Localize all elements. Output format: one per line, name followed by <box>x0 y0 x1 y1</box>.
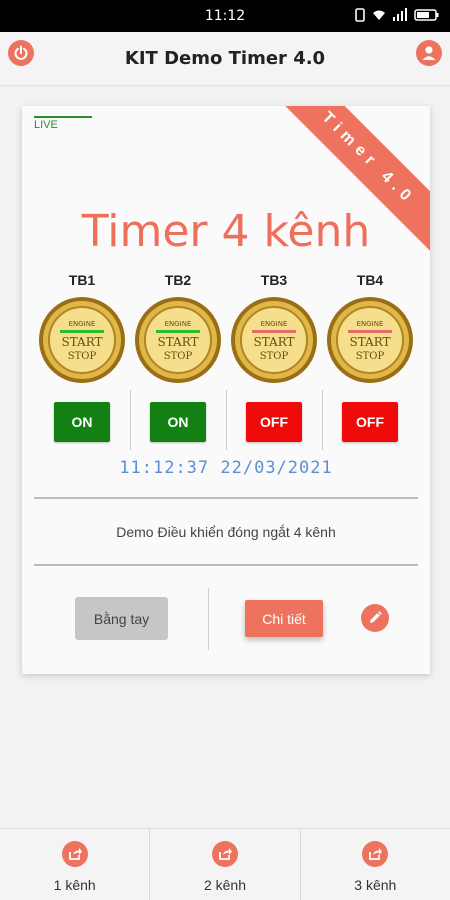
nav-item-1-kenh[interactable]: 1 kênh <box>0 829 149 900</box>
pencil-icon <box>370 611 382 623</box>
svg-text:START: START <box>349 335 390 349</box>
vertical-divider <box>208 588 209 650</box>
engine-start-stop-icon[interactable]: ENGINE START STOP <box>134 296 222 384</box>
description-text: Demo Điều khiển đóng ngắt 4 kênh <box>116 524 336 540</box>
live-indicator: LIVE <box>34 116 92 131</box>
engine-start-stop-icon[interactable]: ENGINE START STOP <box>326 296 414 384</box>
svg-text:START: START <box>61 335 102 349</box>
state-button[interactable]: OFF <box>246 402 302 442</box>
device-tb3: TB3 ENGINE START STOP OFF <box>226 272 322 450</box>
svg-text:START: START <box>157 335 198 349</box>
vibrate-icon <box>355 8 365 22</box>
share-icon <box>211 841 238 867</box>
nav-label: 2 kênh <box>203 877 247 893</box>
edit-button[interactable] <box>361 604 389 632</box>
svg-text:STOP: STOP <box>164 351 193 362</box>
device-name: TB3 <box>260 272 288 288</box>
svg-text:ENGINE: ENGINE <box>357 320 384 328</box>
device-name: TB1 <box>68 272 96 288</box>
svg-text:ENGINE: ENGINE <box>69 320 96 328</box>
device-name: TB2 <box>164 272 192 288</box>
account-button[interactable] <box>416 40 442 66</box>
engine-start-stop-icon[interactable]: ENGINE START STOP <box>38 296 126 384</box>
card-title: Timer 4 kênh <box>81 206 371 257</box>
engine-start-stop-icon[interactable]: ENGINE START STOP <box>230 296 318 384</box>
account-icon <box>422 46 436 60</box>
state-button[interactable]: ON <box>54 402 110 442</box>
share-icon <box>61 841 88 867</box>
signal-icon <box>393 8 407 21</box>
wifi-icon <box>373 10 385 20</box>
state-button[interactable]: ON <box>150 402 206 442</box>
svg-text:STOP: STOP <box>260 351 289 362</box>
state-button[interactable]: OFF <box>342 402 398 442</box>
device-name: TB4 <box>356 272 384 288</box>
status-bar: 11:12 <box>0 0 450 32</box>
manual-button[interactable]: Bằng tay <box>75 597 168 640</box>
svg-text:ENGINE: ENGINE <box>261 320 288 328</box>
svg-text:START: START <box>253 335 294 349</box>
app-bar: KIT Demo Timer 4.0 <box>0 32 450 86</box>
bottom-nav: 1 kênh 2 kênh 3 kênh <box>0 828 450 900</box>
status-icons <box>354 8 440 22</box>
svg-text:STOP: STOP <box>356 351 385 362</box>
clock-display: 11:12:37 22/03/2021 <box>119 458 333 478</box>
device-list: TB1 ENGINE START STOP ON TB2 ENGINE STAR <box>34 272 418 450</box>
share-icon <box>362 841 389 867</box>
nav-item-2-kenh[interactable]: 2 kênh <box>149 829 299 900</box>
divider <box>34 564 418 566</box>
app-title: KIT Demo Timer 4.0 <box>124 48 326 69</box>
battery-icon <box>414 9 439 21</box>
svg-text:STOP: STOP <box>68 351 97 362</box>
nav-label: 3 kênh <box>354 877 397 893</box>
divider <box>34 497 418 499</box>
nav-item-3-kenh[interactable]: 3 kênh <box>299 829 450 900</box>
nav-label: 1 kênh <box>53 877 96 893</box>
device-tb2: TB2 ENGINE START STOP ON <box>130 272 226 450</box>
device-tb4: TB4 ENGINE START STOP OFF <box>322 272 418 450</box>
device-tb1: TB1 ENGINE START STOP ON <box>34 272 130 442</box>
timer-card: LIVE Timer 4.0 Timer 4 kênh TB1 ENGINE S… <box>22 106 430 674</box>
svg-text:ENGINE: ENGINE <box>165 320 192 328</box>
detail-button[interactable]: Chi tiết <box>245 600 323 637</box>
